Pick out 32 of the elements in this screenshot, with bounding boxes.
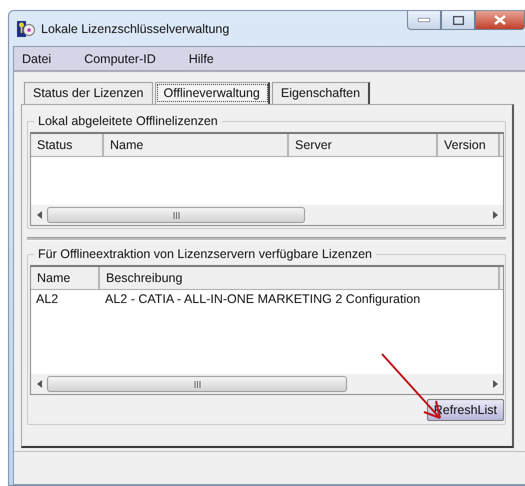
app-icon [17, 20, 35, 38]
menu-item[interactable]: Hilfe [186, 50, 228, 68]
table-cell-text: AL2 [35, 292, 60, 306]
scroll-right-icon[interactable] [492, 211, 498, 219]
column-header[interactable]: Name [31, 267, 100, 289]
close-icon [494, 15, 506, 25]
grip-icon [194, 380, 200, 388]
scroll-left-icon[interactable] [36, 211, 42, 219]
close-button[interactable] [475, 11, 525, 30]
menu-item[interactable]: Computer-ID [81, 50, 170, 68]
tab[interactable]: Eigenschaften [272, 82, 370, 104]
column-header[interactable]: Status [31, 134, 104, 156]
group-title: Für Offlineextraktion von Lizenzservern verfügbare Lizenzen [37, 247, 373, 261]
maximize-icon [452, 16, 464, 24]
tab[interactable]: Status der Lizenzen [24, 82, 152, 104]
column-header[interactable]: Beschreibung [100, 267, 500, 289]
minimize-button[interactable] [407, 11, 441, 30]
scroll-right-icon[interactable] [492, 380, 498, 388]
column-header[interactable]: Name [104, 134, 289, 156]
scroll-left-icon[interactable] [36, 380, 42, 388]
grip-icon [172, 212, 180, 218]
tab[interactable]: Offlineverwaltung [154, 82, 270, 104]
table-cell-text: AL2 - CATIA - ALL-IN-ONE MARKETING 2 Configuration [104, 292, 422, 306]
column-header[interactable]: Version [438, 134, 500, 156]
scrollbar-thumb[interactable] [47, 207, 305, 223]
scrollbar-thumb[interactable] [47, 376, 347, 392]
window-title: Lokale Lizenzschlüsselverwaltung [41, 22, 230, 36]
minimize-icon [418, 18, 430, 22]
column-header[interactable]: Server [289, 134, 438, 156]
maximize-button[interactable] [441, 11, 475, 30]
menu-item[interactable]: Datei [19, 50, 66, 68]
group-title: Lokal abgeleitete Offlinelizenzen [37, 114, 219, 128]
